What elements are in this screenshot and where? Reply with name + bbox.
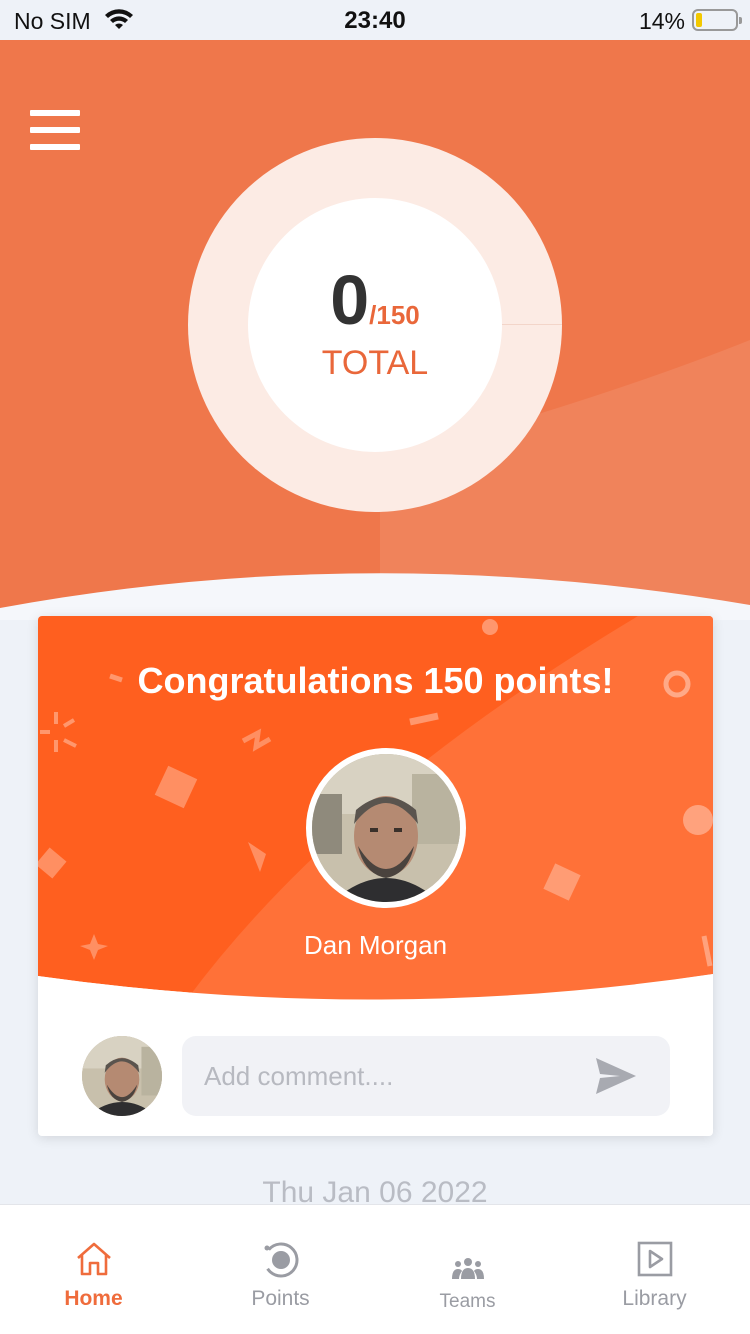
send-icon[interactable] — [594, 1056, 638, 1096]
points-summary: 0/150 TOTAL — [248, 198, 502, 452]
tab-home-label: Home — [64, 1287, 123, 1310]
bottom-tab-bar: Home Points Teams Library — [0, 1204, 750, 1334]
menu-icon[interactable] — [30, 110, 80, 150]
points-icon — [263, 1242, 298, 1278]
congratulations-title: Congratulations 150 points! — [137, 660, 614, 701]
points-value: 0 — [330, 261, 370, 339]
comment-row — [38, 1036, 713, 1116]
tab-points-label: Points — [251, 1287, 310, 1310]
status-bar: No SIM 23:40 14% — [0, 0, 750, 40]
teams-icon — [451, 1258, 484, 1279]
points-label: TOTAL — [321, 344, 429, 382]
points-progress-ring: 0/150 TOTAL — [188, 138, 562, 512]
congratulations-card: Congratulations 150 points! Dan Morgan — [38, 616, 713, 1136]
tab-library[interactable]: Library — [561, 1205, 748, 1334]
tab-home[interactable]: Home — [0, 1205, 187, 1334]
tab-library-label: Library — [622, 1287, 687, 1310]
status-time: 23:40 — [344, 7, 406, 34]
user-avatar[interactable] — [306, 748, 466, 908]
battery-icon — [692, 9, 742, 31]
person-name: Dan Morgan — [303, 930, 448, 960]
tab-points[interactable]: Points — [187, 1205, 374, 1334]
current-user-avatar — [82, 1036, 162, 1116]
tab-teams-label: Teams — [439, 1291, 496, 1312]
library-icon — [637, 1241, 672, 1277]
tab-teams[interactable]: Teams — [374, 1205, 561, 1334]
home-icon — [76, 1242, 111, 1276]
score-header: 0/150 TOTAL — [0, 40, 750, 620]
battery-percentage: 14% — [638, 8, 685, 34]
points-total: /150 — [369, 300, 420, 330]
